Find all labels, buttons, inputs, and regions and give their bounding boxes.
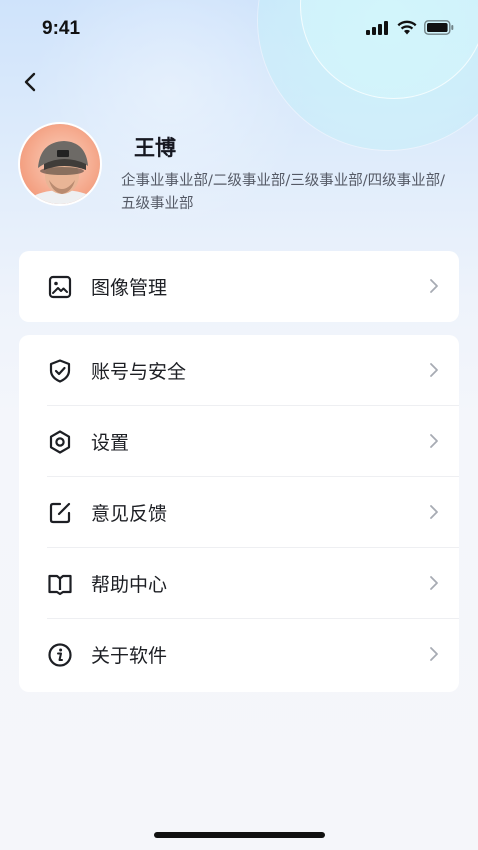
chevron-right-icon [430,647,438,661]
cellular-signal-icon [366,20,388,35]
menu-item-feedback[interactable]: 意见反馈 [19,477,459,548]
menu-card-image: 图像管理 [19,251,459,322]
home-indicator [154,832,325,838]
menu-card-main: 账号与安全 设置 意见反馈 帮助中心 关于软件 [19,335,459,692]
menu-item-label: 设置 [91,432,130,454]
profile-header: 王博 企事业事业部/二级事业部/三级事业部/四级事业部/五级事业部 [18,122,458,222]
chevron-right-icon [430,434,438,448]
avatar[interactable] [18,122,102,206]
back-button[interactable] [18,70,42,94]
user-name: 王博 [134,136,176,160]
menu-item-settings[interactable]: 设置 [19,406,459,477]
menu-item-label: 帮助中心 [91,574,168,596]
menu-item-about[interactable]: 关于软件 [19,619,459,690]
chevron-right-icon [430,279,438,293]
menu-item-label: 账号与安全 [91,361,187,383]
gear-icon [49,430,71,454]
chevron-right-icon [430,576,438,590]
wifi-icon [397,20,417,35]
menu-item-label: 关于软件 [91,645,168,667]
menu-item-image-management[interactable]: 图像管理 [19,251,459,322]
chevron-right-icon [430,363,438,377]
book-icon [48,574,72,596]
menu-item-label: 意见反馈 [91,503,168,525]
menu-item-label: 图像管理 [91,277,168,299]
status-time: 9:41 [42,18,81,39]
image-icon [48,275,72,299]
chevron-left-icon [24,72,36,92]
shield-check-icon [49,359,71,383]
battery-icon [424,20,454,35]
menu-item-account-security[interactable]: 账号与安全 [19,335,459,406]
info-icon [48,643,72,667]
status-bar: 9:41 [0,0,478,58]
chevron-right-icon [430,505,438,519]
edit-icon [49,502,71,524]
menu-item-help-center[interactable]: 帮助中心 [19,548,459,619]
user-department: 企事业事业部/二级事业部/三级事业部/四级事业部/五级事业部 [121,173,446,212]
